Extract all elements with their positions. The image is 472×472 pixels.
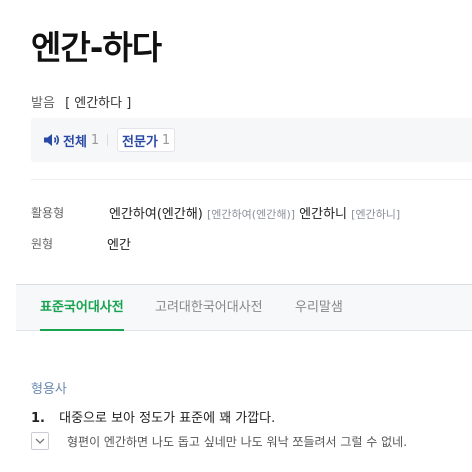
root-label: 원형	[31, 237, 54, 251]
inflection-label: 활용형	[31, 206, 65, 220]
tab-urimalsaem[interactable]: 우리말샘	[295, 285, 343, 330]
chevron-down-icon	[35, 438, 45, 444]
expand-example-button[interactable]	[31, 432, 49, 450]
inflection-form-2-pron: [엔간하니]	[351, 208, 401, 221]
pronunciation-expert-label: 전문가	[122, 134, 158, 150]
pronunciation-expert-button[interactable]: 전문가 1	[117, 128, 176, 152]
inflection-form-1: 엔간하여(엔간해)	[109, 207, 203, 222]
sense-text: 대중으로 보아 정도가 표준에 꽤 가깝다.	[59, 411, 276, 426]
dictionary-tabs: 표준국어대사전 고려대한국어대사전 우리말샘	[16, 285, 472, 331]
sense-number: 1.	[31, 411, 45, 426]
inflection-form-1-pron: [엔간하여(엔간해)]	[207, 208, 296, 221]
inflection-values: 엔간하여(엔간해) [엔간하여(엔간해)] 엔간하니 [엔간하니]	[109, 203, 400, 222]
example-text: 형편이 엔간하면 나도 돕고 싶네만 나도 워낙 쪼들려서 그럴 수 없네.	[67, 434, 408, 449]
inflection-form-2: 엔간하니	[299, 207, 348, 222]
tab-korea-univ-dictionary[interactable]: 고려대한국어대사전	[155, 285, 263, 330]
pronunciation-line: 발음 [ 엔간하다 ]	[31, 92, 131, 111]
tab-standard-dictionary[interactable]: 표준국어대사전	[40, 285, 124, 331]
part-of-speech: 형용사	[31, 382, 67, 397]
pronunciation-divider	[107, 134, 108, 146]
pronunciation-all-label: 전체	[63, 134, 87, 150]
pronunciation-expert-count: 1	[161, 132, 171, 148]
page-title: 엔간-하다	[31, 28, 162, 67]
example-sentence: 형편이 엔간하면 나도 돕고 싶네만 나도 워낙 쪼들려서 그럴 수 없네.	[31, 432, 407, 450]
root-row: 원형 엔간	[31, 235, 131, 253]
definition-sense: 1. 대중으로 보아 정도가 표준에 꽤 가깝다.	[31, 407, 275, 426]
pronunciation-label: 발음	[31, 96, 55, 111]
pronunciation-audio-box: 전체 1 전문가 1	[31, 118, 472, 162]
speaker-icon	[44, 134, 60, 146]
pronunciation-all-button[interactable]: 전체 1	[43, 128, 99, 152]
root-value: 엔간	[107, 238, 131, 253]
pronunciation-text: [ 엔간하다 ]	[65, 96, 132, 111]
section-divider	[31, 179, 472, 180]
inflection-row: 활용형 엔간하여(엔간해) [엔간하여(엔간해)] 엔간하니 [엔간하니]	[31, 204, 400, 222]
pronunciation-all-count: 1	[90, 132, 100, 148]
